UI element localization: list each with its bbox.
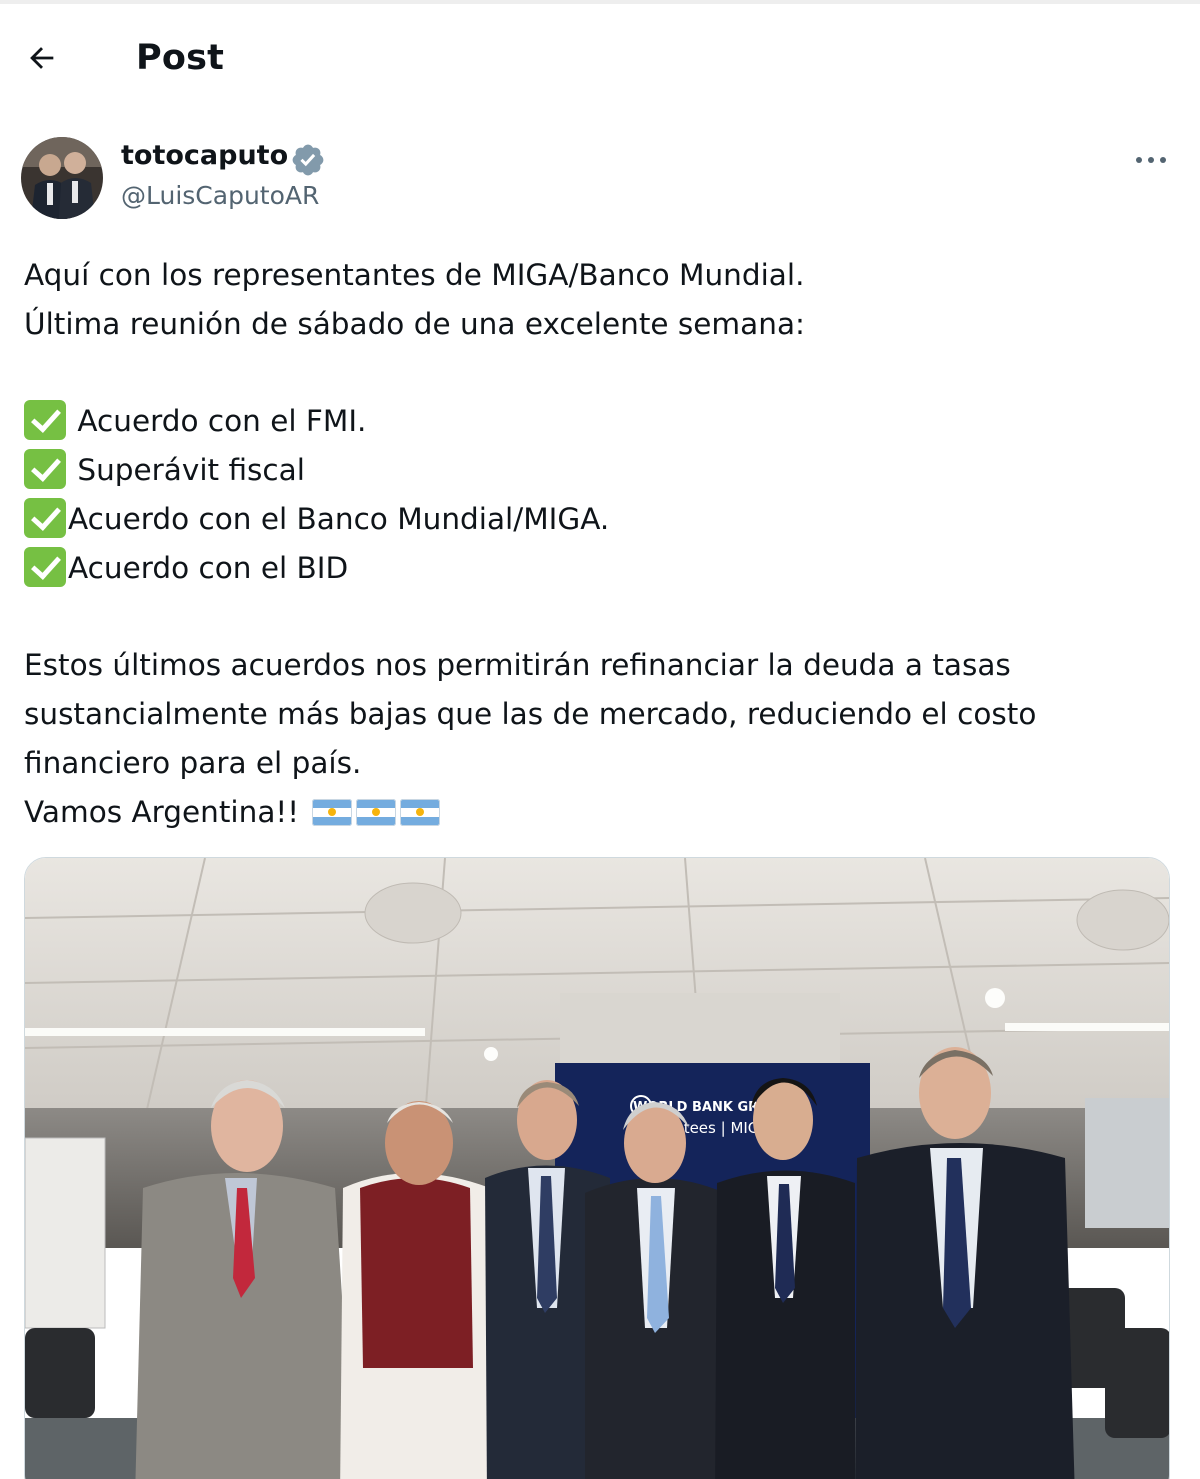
post-closing-line: sustancialmente más bajas que las de mer… — [24, 697, 1037, 732]
more-options-button[interactable] — [1128, 140, 1174, 180]
page-title: Post — [136, 38, 225, 78]
post-signoff-line: Vamos Argentina!! — [24, 788, 1174, 837]
post-closing-line: financiero para el país. — [24, 745, 362, 780]
group-photo-image: WORLD BANK GROUP antees | MIG — [25, 858, 1169, 1479]
avatar[interactable] — [21, 137, 103, 219]
back-arrow-icon — [30, 47, 54, 69]
back-button[interactable] — [18, 34, 66, 82]
post-page: Post totocaputo @LuisCaputoAR Aquí con l… — [0, 0, 1200, 1479]
post-text: Aquí con los representantes de MIGA/Banc… — [24, 251, 1174, 837]
check-mark-icon — [24, 546, 66, 587]
post-header: Post — [0, 4, 1200, 114]
checklist-item-text: Superávit fiscal — [68, 453, 305, 488]
check-mark-icon — [24, 449, 66, 490]
argentina-flag-icon — [312, 798, 353, 826]
checklist-item: Acuerdo con el Banco Mundial/MIGA. — [24, 495, 1174, 544]
post-photo[interactable]: WORLD BANK GROUP antees | MIG — [24, 857, 1170, 1479]
post-intro-line: Última reunión de sábado de una excelent… — [24, 306, 805, 341]
post-intro-line: Aquí con los representantes de MIGA/Banc… — [24, 258, 805, 292]
checklist-item: Acuerdo con el FMI. — [24, 397, 1174, 446]
checklist-item-text: Acuerdo con el FMI. — [68, 404, 367, 439]
signoff-text: Vamos Argentina!! — [24, 794, 300, 829]
checklist-item: Acuerdo con el BID — [24, 544, 1174, 593]
post-closing-line: Estos últimos acuerdos nos permitirán re… — [24, 648, 1011, 683]
verified-badge-icon — [292, 144, 324, 176]
author-handle[interactable]: @LuisCaputoAR — [121, 181, 319, 210]
author-display-name[interactable]: totocaputo — [121, 140, 288, 171]
argentina-flag-icon — [356, 798, 397, 826]
check-mark-icon — [24, 497, 66, 538]
more-horizontal-icon — [1136, 157, 1166, 163]
check-mark-icon — [24, 400, 66, 441]
argentina-flag-icon — [400, 798, 441, 826]
checklist-item-text: Acuerdo con el BID — [68, 550, 349, 585]
checklist-item-text: Acuerdo con el Banco Mundial/MIGA. — [68, 501, 610, 536]
checklist-item: Superávit fiscal — [24, 446, 1174, 495]
